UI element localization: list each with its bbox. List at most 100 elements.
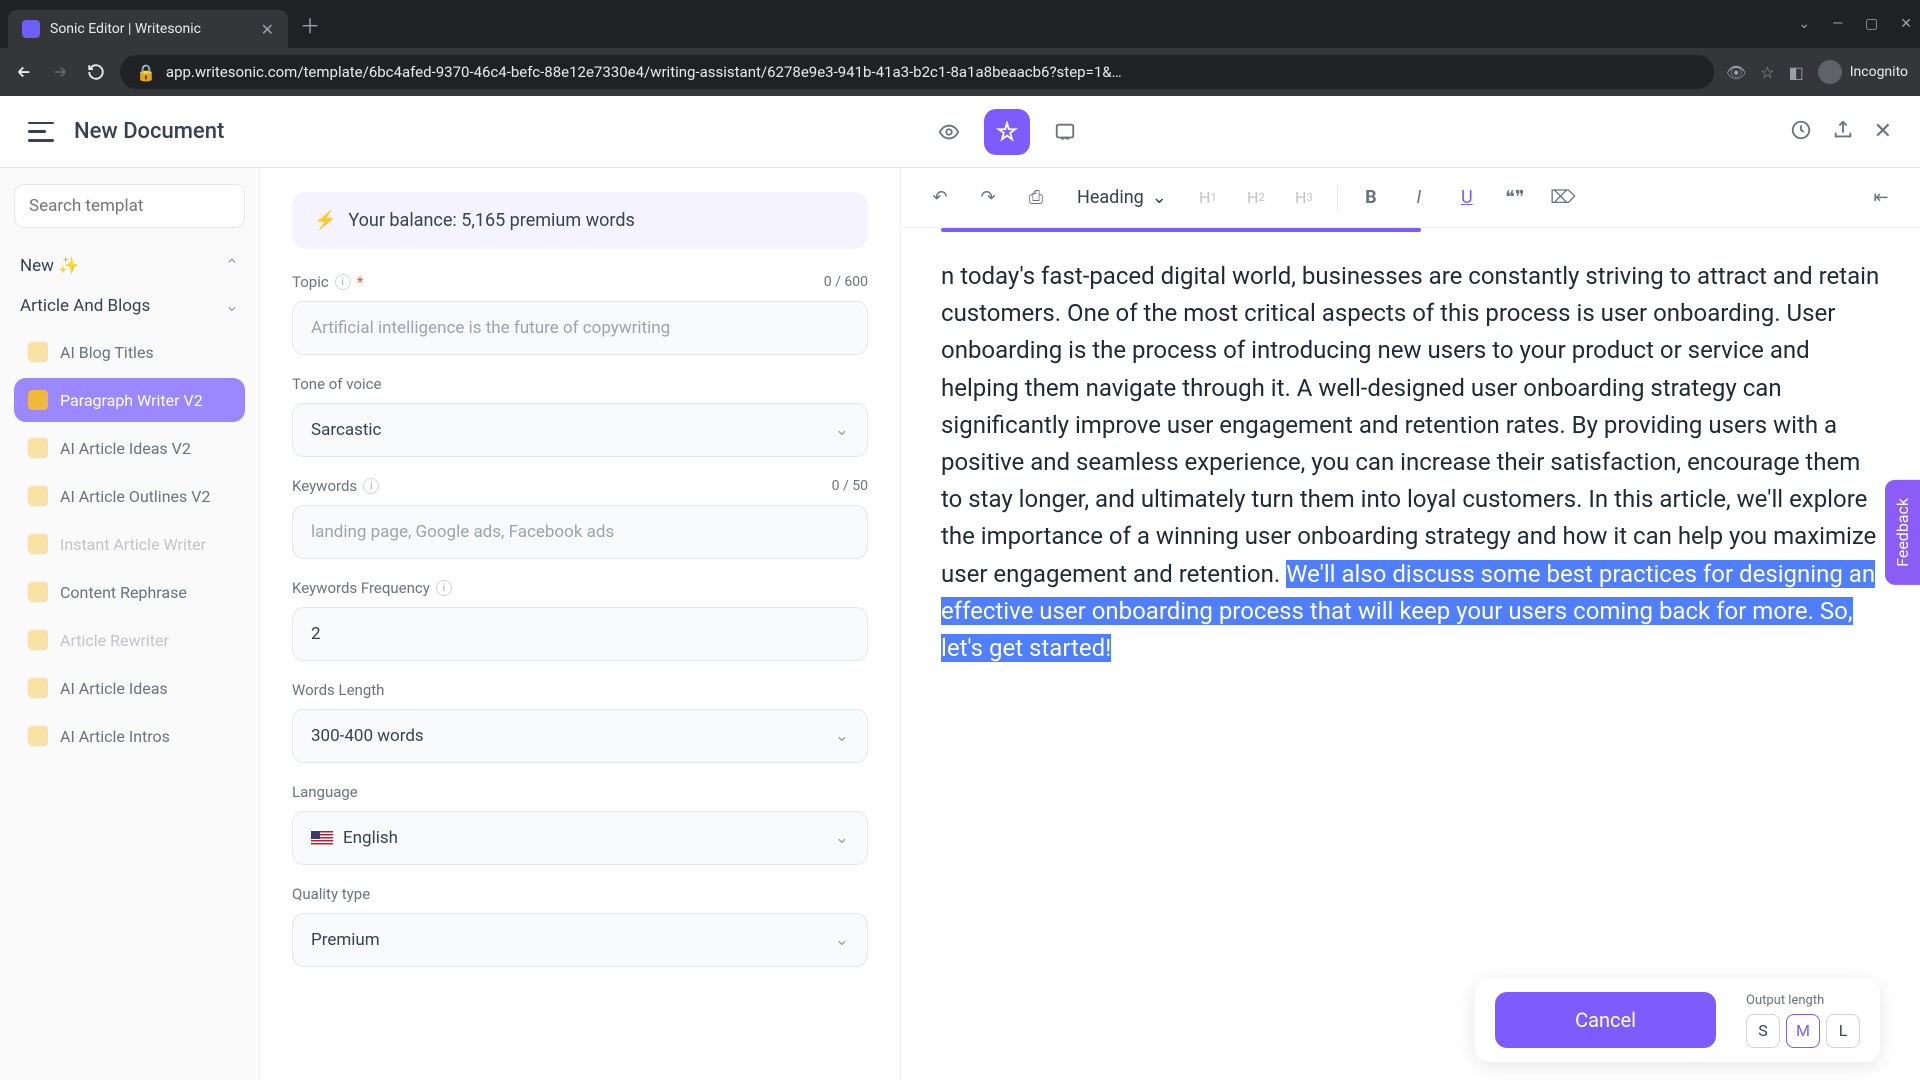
- paragraph[interactable]: n today's fast-paced digital world, busi…: [941, 258, 1880, 667]
- menu-toggle[interactable]: [28, 122, 54, 142]
- sidebar-section-new[interactable]: New ✨ ⌃: [14, 246, 245, 286]
- new-tab-button[interactable]: ＋: [300, 10, 320, 39]
- field-label-text: Keywords Frequency: [292, 579, 430, 597]
- sidebar-item-instant-article-writer[interactable]: Instant Article Writer: [14, 522, 245, 566]
- chat-button[interactable]: [1042, 109, 1088, 155]
- words-length-select[interactable]: 300-400 words⌄: [292, 709, 868, 763]
- template-icon: [28, 534, 48, 554]
- tabs-dropdown-icon[interactable]: ⌄: [1798, 16, 1810, 32]
- h1-button[interactable]: H1: [1193, 183, 1223, 213]
- quality-select[interactable]: Premium⌄: [292, 913, 868, 967]
- info-icon[interactable]: i: [436, 580, 452, 596]
- form-panel: ⚡ Your balance: 5,165 premium words Topi…: [260, 168, 900, 1080]
- close-tab-icon[interactable]: ✕: [261, 20, 274, 39]
- undo-button[interactable]: ↶: [925, 183, 955, 213]
- output-length-l[interactable]: L: [1826, 1014, 1860, 1048]
- keywords-frequency-input[interactable]: [292, 607, 868, 661]
- reload-button[interactable]: [84, 60, 108, 84]
- sidebar-item-label: AI Article Intros: [60, 727, 170, 746]
- template-icon: [28, 342, 48, 362]
- divider: [1337, 185, 1338, 211]
- field-language: Language English⌄: [292, 783, 868, 865]
- sidebar-item-paragraph-writer[interactable]: Paragraph Writer V2: [14, 378, 245, 422]
- quote-button[interactable]: ❝❞: [1500, 183, 1530, 213]
- forward-button[interactable]: [48, 60, 72, 84]
- chevron-down-icon: ⌄: [1152, 187, 1167, 208]
- output-length-s[interactable]: S: [1746, 1014, 1780, 1048]
- required-icon: *: [357, 273, 363, 291]
- sidebar-section-articles[interactable]: Article And Blogs ⌄: [14, 286, 245, 326]
- output-length-m[interactable]: M: [1786, 1014, 1820, 1048]
- minimize-window-icon[interactable]: ―: [1832, 16, 1843, 32]
- underline-button[interactable]: U: [1452, 183, 1482, 213]
- feedback-tab[interactable]: Feedback: [1885, 480, 1920, 585]
- editor-content[interactable]: n today's fast-paced digital world, busi…: [901, 228, 1920, 1080]
- section-label: Article And Blogs: [20, 296, 150, 316]
- browser-tab[interactable]: Sonic Editor | Writesonic ✕: [8, 10, 288, 48]
- extensions-icon[interactable]: ◧: [1789, 63, 1804, 82]
- close-app-icon[interactable]: ✕: [1874, 119, 1892, 144]
- sidebar-item-ai-article-ideas-v2[interactable]: AI Article Ideas V2: [14, 426, 245, 470]
- back-button[interactable]: [12, 60, 36, 84]
- maximize-window-icon[interactable]: ▢: [1865, 16, 1878, 32]
- output-length-group: Output length S M L: [1746, 993, 1860, 1048]
- collapse-panel-button[interactable]: ⇤: [1866, 183, 1896, 213]
- redo-button[interactable]: ↷: [973, 183, 1003, 213]
- cancel-button[interactable]: Cancel: [1495, 992, 1716, 1048]
- sidebar-item-ai-article-ideas[interactable]: AI Article Ideas: [14, 666, 245, 710]
- field-quality: Quality type Premium⌄: [292, 885, 868, 967]
- text-run: n today's fast-paced digital world, busi…: [941, 262, 1879, 588]
- h2-button[interactable]: H2: [1241, 183, 1271, 213]
- address-bar[interactable]: 🔒 app.writesonic.com/template/6bc4afed-9…: [120, 55, 1714, 89]
- incognito-icon: [1818, 60, 1842, 84]
- window-controls: ⌄ ― ▢ ✕: [1798, 16, 1912, 32]
- history-icon[interactable]: [1790, 119, 1812, 145]
- editor-panel: ↶ ↷ ⎙ Heading⌄ H1 H2 H3 B I U ❝❞ ⌦ ⇤ n t…: [900, 168, 1920, 1080]
- generate-button[interactable]: [984, 109, 1030, 155]
- generation-action-bar: Cancel Output length S M L: [1475, 978, 1880, 1062]
- bold-button[interactable]: B: [1356, 183, 1386, 213]
- field-label-text: Language: [292, 783, 358, 801]
- lock-icon: 🔒: [136, 63, 156, 82]
- tone-select[interactable]: Sarcastic⌄: [292, 403, 868, 457]
- topic-input[interactable]: [292, 301, 868, 355]
- close-window-icon[interactable]: ✕: [1900, 16, 1912, 32]
- print-button[interactable]: ⎙: [1021, 183, 1051, 213]
- field-tone: Tone of voice Sarcastic⌄: [292, 375, 868, 457]
- field-label-text: Topic: [292, 273, 329, 291]
- language-select[interactable]: English⌄: [292, 811, 868, 865]
- heading-select[interactable]: Heading⌄: [1069, 187, 1175, 208]
- preview-button[interactable]: [926, 109, 972, 155]
- keywords-input[interactable]: [292, 505, 868, 559]
- bookmark-star-icon[interactable]: ☆: [1760, 63, 1774, 82]
- sidebar-item-article-rewriter[interactable]: Article Rewriter: [14, 618, 245, 662]
- sidebar-item-ai-article-intros[interactable]: AI Article Intros: [14, 714, 245, 758]
- sidebar-item-ai-blog-titles[interactable]: AI Blog Titles: [14, 330, 245, 374]
- chevron-down-icon: ⌄: [835, 726, 849, 746]
- incognito-badge: Incognito: [1818, 60, 1908, 84]
- sidebar-item-content-rephrase[interactable]: Content Rephrase: [14, 570, 245, 614]
- tab-title: Sonic Editor | Writesonic: [50, 21, 251, 37]
- field-label-text: Keywords: [292, 477, 357, 495]
- info-icon[interactable]: i: [335, 274, 351, 290]
- active-tab-indicator: [941, 228, 1421, 232]
- field-keywords: Keywordsi0 / 50: [292, 477, 868, 559]
- main-layout: New ✨ ⌃ Article And Blogs ⌄ AI Blog Titl…: [0, 168, 1920, 1080]
- document-title[interactable]: New Document: [74, 119, 224, 144]
- search-input[interactable]: [14, 184, 245, 228]
- select-value: English: [343, 828, 398, 848]
- italic-button[interactable]: I: [1404, 183, 1434, 213]
- clear-format-button[interactable]: ⌦: [1548, 183, 1578, 213]
- export-icon[interactable]: [1832, 119, 1854, 145]
- info-icon[interactable]: i: [363, 478, 379, 494]
- output-length-label: Output length: [1746, 993, 1860, 1008]
- sidebar-item-label: Paragraph Writer V2: [60, 391, 203, 410]
- h3-button[interactable]: H3: [1289, 183, 1319, 213]
- template-icon: [28, 438, 48, 458]
- sidebar-item-ai-article-outlines-v2[interactable]: AI Article Outlines V2: [14, 474, 245, 518]
- editor-toolbar: ↶ ↷ ⎙ Heading⌄ H1 H2 H3 B I U ❝❞ ⌦ ⇤: [901, 168, 1920, 228]
- sidebar-item-label: Content Rephrase: [60, 583, 187, 602]
- template-icon: [28, 390, 48, 410]
- eye-off-icon[interactable]: 👁: [1726, 63, 1746, 82]
- field-topic: Topici*0 / 600: [292, 273, 868, 355]
